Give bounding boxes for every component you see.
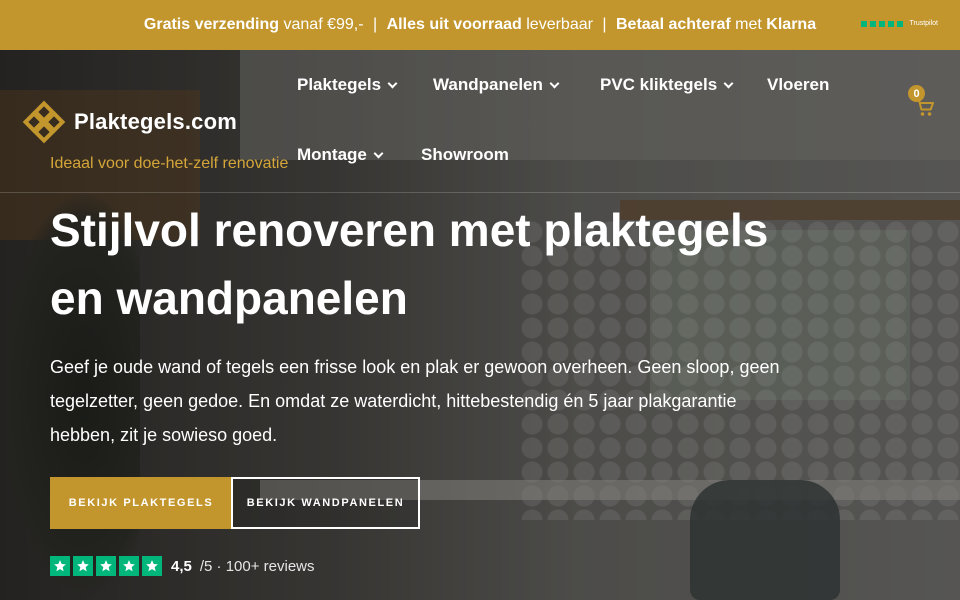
star-icon [96,556,116,576]
hero-lead: Geef je oude wand of tegels een frisse l… [50,357,780,445]
nav-item-wandpanelen[interactable]: Wandpanelen [433,75,560,95]
view-wandpanelen-button[interactable]: Bekijk wandpanelen [231,477,420,529]
view-plaktegels-button[interactable]: Bekijk plaktegels [50,477,232,529]
promo-free-shipping: Gratis verzending [143,16,280,33]
promo-in-stock-detail: leverbaar [526,16,593,33]
promo-pay-later-detail: met [735,16,762,33]
nav-item-vloeren[interactable]: Vloeren [767,75,829,95]
nav-item-label: Vloeren [767,75,830,94]
hero-title: Stijlvol renoveren met plaktegels en wan… [50,204,769,324]
nav-item-label: Plaktegels [297,75,382,94]
nav-item-label: PVC kliktegels [600,75,718,94]
star-icon [897,20,904,27]
promo-pay-later: Betaal achteraf [616,16,731,33]
nav-item-showroom[interactable]: Showroom [421,145,509,165]
chevron-down-icon [373,148,384,158]
site-logo[interactable]: Plaktegels.com [22,100,237,144]
header-divider [0,192,960,193]
star-icon [142,556,162,576]
star-icon [861,20,868,27]
rating-score: 4,5 [171,557,192,575]
promo-separator: | [373,16,378,33]
star-icon [50,556,70,576]
promo-bar: Gratis verzending vanaf €99,- | Alles ui… [0,0,960,50]
logo-diamond-icon [22,100,66,144]
star-icon [73,556,93,576]
promo-separator: | [602,16,607,33]
promo-in-stock: Alles uit voorraad [386,16,522,33]
star-icon [888,20,895,27]
star-icon [870,20,877,27]
chevron-down-icon [723,78,734,88]
rating-review-count: /5 · 100+ reviews [199,557,315,575]
star-icon [879,20,886,27]
chevron-down-icon [387,78,398,88]
trustpilot-rating[interactable]: 4,5 /5 · 100+ reviews [50,556,315,576]
nav-item-montage[interactable]: Montage [297,145,384,165]
cart-icon [916,99,934,116]
nav-item-label: Wandpanelen [433,75,543,94]
hero-eyebrow: Ideaal voor doe-het-zelf renovatie [50,155,289,172]
logo-text: Plaktegels.com [74,109,237,134]
nav-item-label: Showroom [421,145,509,164]
trustpilot-label: Trustpilot [909,20,938,27]
nav-item-pvc-kliktegels[interactable]: PVC kliktegels [600,75,734,95]
trustpilot-mini-widget[interactable]: Trustpilot [861,20,938,27]
nav-item-plaktegels[interactable]: Plaktegels [297,75,398,95]
promo-klarna: Klarna [766,16,817,33]
nav-item-label: Montage [297,145,367,164]
promo-free-shipping-detail: vanaf €99,- [283,16,364,33]
cart-button[interactable]: 0 [908,85,938,119]
star-icon [119,556,139,576]
chevron-down-icon [549,78,560,88]
